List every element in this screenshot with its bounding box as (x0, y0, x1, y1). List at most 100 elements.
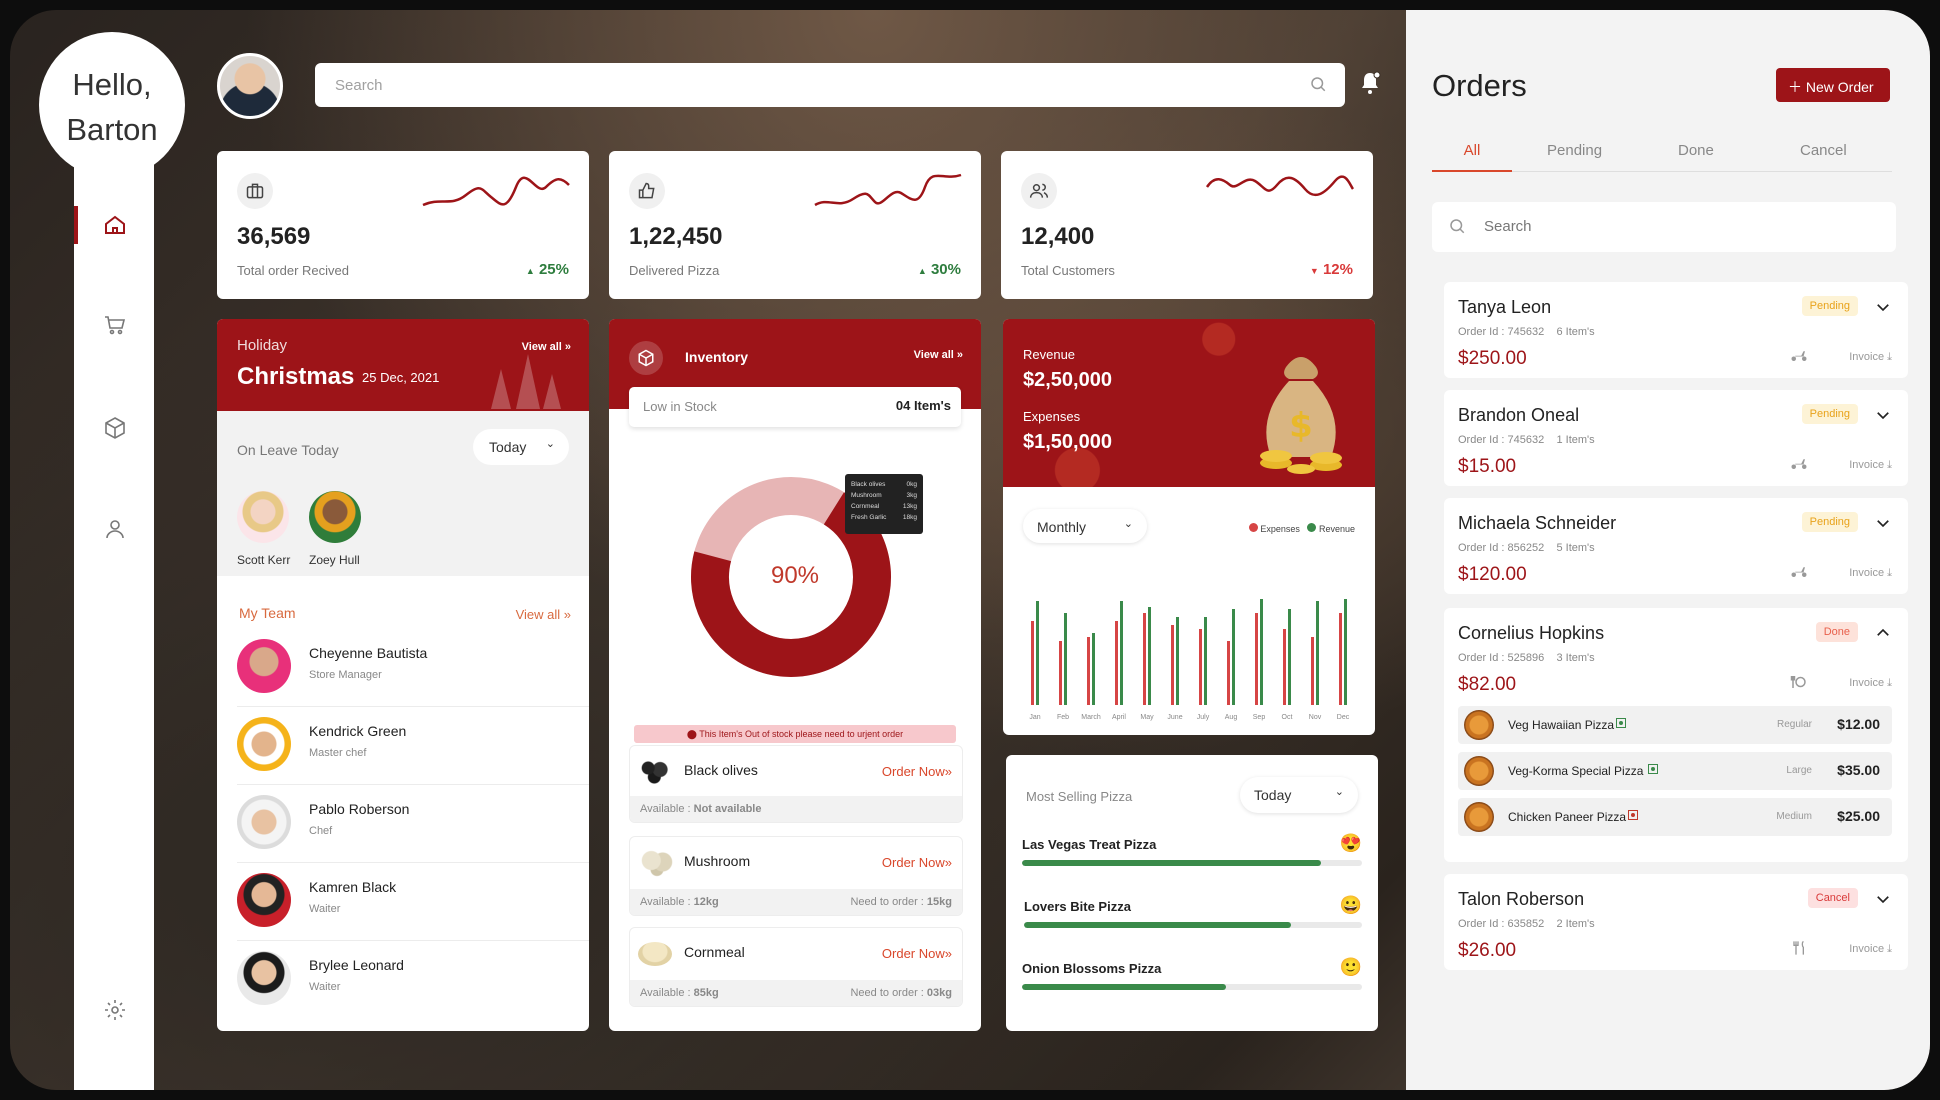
view-all-label: View all (521, 341, 562, 353)
chevron-down-icon[interactable] (1874, 890, 1892, 913)
team-member-row[interactable]: Pablo Roberson Chef (237, 785, 589, 863)
order-card[interactable]: Tanya Leon Order Id : 745632 6 Item's $2… (1444, 282, 1908, 378)
order-card[interactable]: Michaela Schneider Order Id : 856252 5 I… (1444, 498, 1908, 594)
tooltip-qty: 13kg (902, 503, 917, 510)
need-label: Need to order (850, 896, 918, 908)
pizza-size: Medium (1776, 811, 1812, 822)
invoice-link[interactable]: Invoice ⤓ (1849, 459, 1892, 472)
settings-icon[interactable] (100, 995, 130, 1025)
double-chevron-icon: » (956, 349, 963, 361)
avatar (237, 951, 291, 1005)
team-member-row[interactable]: Kendrick Green Master chef (237, 707, 589, 785)
pizza-image (1464, 802, 1494, 832)
available-value: Not available (693, 803, 762, 815)
member-role: Chef (309, 825, 333, 837)
money-bag-icon: $ (1260, 357, 1342, 474)
tab-done[interactable]: Done (1678, 142, 1714, 159)
progress-fill (1022, 984, 1226, 990)
chevron-down-icon[interactable] (1874, 406, 1892, 429)
chevron-up-icon[interactable] (1874, 624, 1892, 647)
download-icon: ⤓ (1887, 567, 1892, 579)
delivery-scooter-icon (1790, 348, 1808, 367)
order-card[interactable]: Talon Roberson Order Id : 635852 2 Item'… (1444, 874, 1908, 970)
team-member-row[interactable]: Brylee Leonard Waiter (237, 941, 589, 1019)
search-placeholder: Search (335, 76, 383, 94)
member-role: Waiter (309, 903, 341, 915)
user-icon[interactable] (100, 514, 130, 544)
leave-filter-dropdown[interactable]: Today ⌄ (473, 429, 569, 465)
x-tick-label: June (1167, 714, 1182, 721)
veg-icon (1616, 718, 1626, 728)
avatar[interactable] (237, 491, 289, 543)
holiday-view-all[interactable]: View all » (522, 341, 571, 353)
avatar (237, 795, 291, 849)
bar-revenue-jan (1036, 601, 1039, 705)
orders-search-input[interactable]: Search (1432, 202, 1896, 252)
user-avatar[interactable] (217, 53, 283, 119)
tab-cancel[interactable]: Cancel (1800, 142, 1847, 159)
status-badge: Pending (1801, 404, 1858, 424)
pizza-size: Regular (1776, 719, 1812, 730)
bar-revenue-july (1204, 617, 1207, 705)
selling-filter-dropdown[interactable]: Today ⌄ (1240, 777, 1358, 813)
delivery-scooter-icon (1790, 456, 1808, 475)
low-stock-bar[interactable]: Low in Stock 04 Item's (629, 387, 961, 427)
bar-expenses-oct (1283, 629, 1286, 705)
x-tick-label: Nov (1309, 714, 1322, 721)
invoice-link[interactable]: Invoice ⤓ (1849, 351, 1892, 364)
order-now-link[interactable]: Order Now» (882, 764, 952, 779)
order-card[interactable]: Brandon Oneal Order Id : 745632 1 Item's… (1444, 390, 1908, 486)
inventory-view-all[interactable]: View all » (914, 349, 963, 361)
member-role: Master chef (309, 747, 367, 759)
x-tick-label: July (1197, 714, 1210, 721)
invoice-link[interactable]: Invoice ⤓ (1849, 677, 1892, 690)
leave-filter-value: Today (489, 439, 527, 455)
search-icon[interactable] (1309, 75, 1327, 97)
team-view-all[interactable]: View all » (516, 607, 571, 622)
avatar[interactable] (309, 491, 361, 543)
avatar (237, 873, 291, 927)
order-now-link[interactable]: Order Now» (882, 946, 952, 961)
tab-all[interactable]: All (1432, 142, 1512, 172)
alert-icon: ⬤ (686, 729, 697, 739)
team-member-row[interactable]: Kamren Black Waiter (237, 863, 589, 941)
new-order-button[interactable]: ＋ New Order (1776, 68, 1890, 102)
up-arrow-icon: ▲ (525, 266, 535, 276)
member-role: Store Manager (309, 669, 382, 681)
bar-expenses-aug (1227, 641, 1230, 705)
double-chevron-icon: » (563, 607, 571, 622)
down-arrow-icon: ▼ (1309, 266, 1319, 276)
selling-item[interactable]: Lovers Bite Pizza 😀 (1024, 895, 1362, 928)
chevron-down-icon[interactable] (1874, 514, 1892, 537)
notification-bell-icon[interactable] (1358, 70, 1382, 101)
search-input[interactable]: Search (315, 63, 1345, 107)
x-tick-label: March (1081, 714, 1101, 721)
team-member-row[interactable]: Cheyenne Bautista Store Manager (237, 629, 589, 707)
item-name: Cornmeal (684, 944, 745, 960)
home-icon[interactable] (100, 210, 130, 240)
bar-expenses-march (1087, 637, 1090, 705)
order-now-link[interactable]: Order Now» (882, 855, 952, 870)
revenue-period-dropdown[interactable]: Monthly ⌄ (1023, 509, 1147, 543)
chevron-down-icon[interactable] (1874, 298, 1892, 321)
cart-icon[interactable] (100, 310, 130, 340)
box-icon[interactable] (100, 413, 130, 443)
status-badge: Pending (1801, 296, 1858, 316)
stat-value: 1,22,450 (629, 223, 723, 250)
tab-pending[interactable]: Pending (1547, 142, 1602, 159)
order-id: Order Id : 525896 (1458, 652, 1545, 664)
item-availability: Available : 12kg Need to order : 15kg (630, 889, 962, 915)
svg-text:$: $ (1289, 406, 1313, 446)
bar-revenue-nov (1316, 601, 1319, 705)
selling-item[interactable]: Las Vegas Treat Pizza 😍 (1022, 833, 1362, 866)
download-icon: ⤓ (1887, 459, 1892, 471)
order-price: $120.00 (1458, 564, 1527, 585)
invoice-link[interactable]: Invoice ⤓ (1849, 943, 1892, 956)
order-card-expanded[interactable]: Cornelius Hopkins Order Id : 525896 3 It… (1444, 608, 1908, 862)
tooltip-row: Cornmeal 13kg (851, 501, 917, 512)
invoice-link[interactable]: Invoice ⤓ (1849, 567, 1892, 580)
non-veg-icon (1628, 810, 1638, 820)
love-emoji-icon: 😍 (1339, 833, 1362, 853)
legend-swatch-revenue (1307, 523, 1317, 532)
selling-item[interactable]: Onion Blossoms Pizza 🙂 (1022, 957, 1362, 990)
